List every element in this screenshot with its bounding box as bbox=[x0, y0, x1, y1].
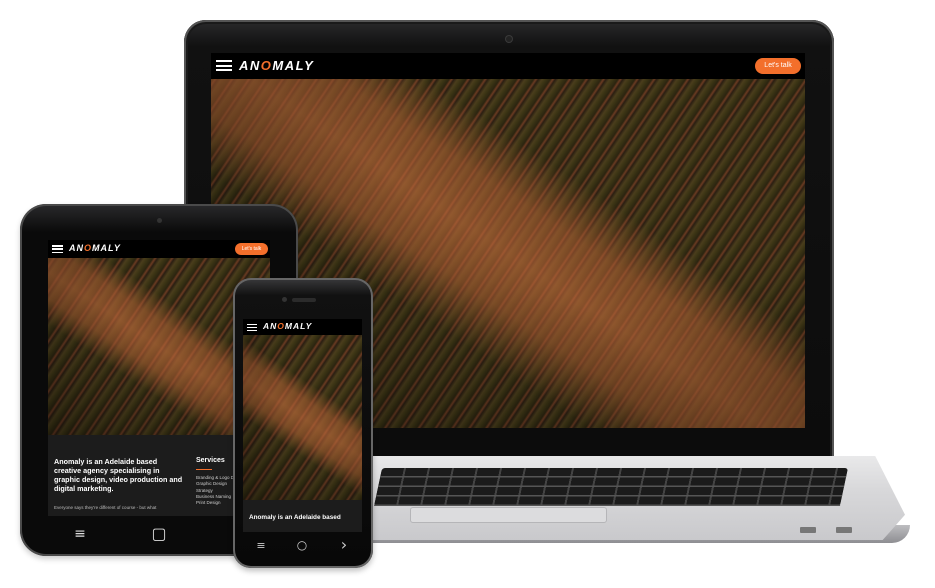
services-divider bbox=[196, 469, 212, 470]
intro-section: Anomaly is an Adelaide based bbox=[243, 500, 362, 532]
hamburger-icon[interactable] bbox=[247, 324, 257, 331]
services-list: Branding & Logo D Graphic Design Strateg… bbox=[196, 475, 234, 506]
lets-talk-button[interactable]: Let's talk bbox=[235, 243, 268, 255]
service-link[interactable]: Print Design bbox=[196, 500, 234, 506]
services-title: Services bbox=[196, 457, 225, 464]
menu-icon[interactable]: ≡ bbox=[72, 526, 88, 542]
site-logo[interactable]: ANOMALY bbox=[263, 321, 312, 331]
laptop-trackpad bbox=[410, 507, 607, 523]
site-logo[interactable]: ANOMALY bbox=[239, 58, 314, 73]
phone-camera bbox=[282, 297, 287, 302]
usb-port bbox=[836, 527, 852, 533]
hamburger-icon[interactable] bbox=[216, 60, 232, 71]
phone-screen: ANOMALY Anomaly is an Adelaide based bbox=[243, 319, 362, 532]
hero-image bbox=[243, 335, 362, 500]
home-icon[interactable]: ▢ bbox=[150, 524, 168, 543]
intro-headline: Anomaly is an Adelaide based bbox=[249, 514, 341, 521]
hamburger-icon[interactable] bbox=[52, 245, 63, 253]
laptop-camera bbox=[506, 36, 512, 42]
laptop-keyboard bbox=[373, 468, 849, 506]
lets-talk-button[interactable]: Let's talk bbox=[755, 58, 801, 74]
site-logo[interactable]: ANOMALY bbox=[69, 243, 121, 253]
phone-speaker bbox=[292, 298, 316, 302]
menu-icon[interactable]: ≡ bbox=[254, 539, 268, 552]
home-icon[interactable]: ○ bbox=[295, 538, 309, 552]
site-header: ANOMALY Let's talk bbox=[211, 53, 805, 79]
intro-headline: Anomaly is an Adelaide based creative ag… bbox=[54, 457, 183, 493]
back-icon[interactable]: › bbox=[337, 535, 351, 554]
intro-body: Everyone says they're different of cours… bbox=[54, 505, 157, 510]
tablet-camera bbox=[157, 218, 162, 223]
usb-port bbox=[800, 527, 816, 533]
